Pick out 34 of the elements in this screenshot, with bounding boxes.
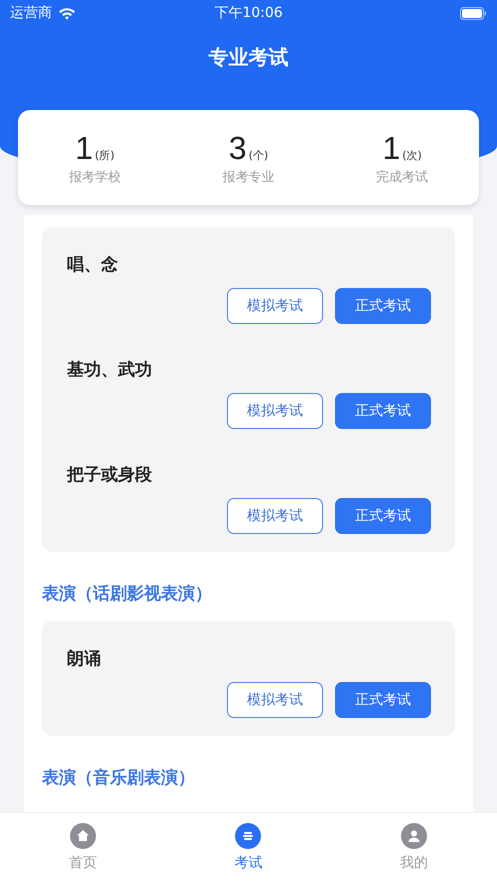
- exam-item-title: 基功、武功: [67, 359, 153, 381]
- mock-exam-button[interactable]: 模拟考试: [227, 393, 323, 429]
- battery-icon: [460, 6, 487, 20]
- exam-item-title: 朗诵: [67, 648, 102, 670]
- mock-exam-button[interactable]: 模拟考试: [227, 682, 323, 718]
- tab-item[interactable]: 考试: [198, 823, 298, 872]
- formal-exam-button[interactable]: 正式考试: [335, 393, 431, 429]
- stat-unit: (次): [402, 148, 422, 162]
- section-heading: 表演（音乐剧表演）: [42, 767, 196, 790]
- list-icon: [235, 823, 262, 849]
- stat-label: 完成考试: [376, 168, 428, 186]
- wifi-icon: [58, 6, 76, 20]
- stat-label: 报考学校: [68, 168, 121, 186]
- section-heading: 表演（话剧影视表演）: [42, 583, 213, 606]
- stat-value: 1: [75, 130, 93, 166]
- tab-item[interactable]: 首页: [32, 823, 133, 872]
- home-icon: [70, 823, 96, 849]
- stat-unit: (个): [248, 148, 268, 162]
- mock-exam-button[interactable]: 模拟考试: [227, 498, 323, 534]
- clock-time: 下午10:06: [214, 4, 283, 22]
- tab-item[interactable]: 我的: [364, 823, 464, 872]
- exam-item-title: 把子或身段: [67, 464, 153, 486]
- stat-unit: (所): [94, 148, 115, 162]
- stat-value: 1: [382, 130, 400, 166]
- user-icon: [401, 823, 428, 849]
- page-title: 专业考试: [208, 44, 290, 71]
- formal-exam-button[interactable]: 正式考试: [335, 288, 431, 324]
- mock-exam-button[interactable]: 模拟考试: [227, 288, 323, 324]
- formal-exam-button[interactable]: 正式考试: [335, 682, 431, 718]
- stat-label: 报考专业: [222, 168, 274, 186]
- stat-value: 3: [228, 130, 247, 166]
- carrier-label: 运营商: [10, 4, 52, 22]
- exam-item-title: 唱、念: [67, 254, 119, 276]
- formal-exam-button[interactable]: 正式考试: [335, 498, 431, 534]
